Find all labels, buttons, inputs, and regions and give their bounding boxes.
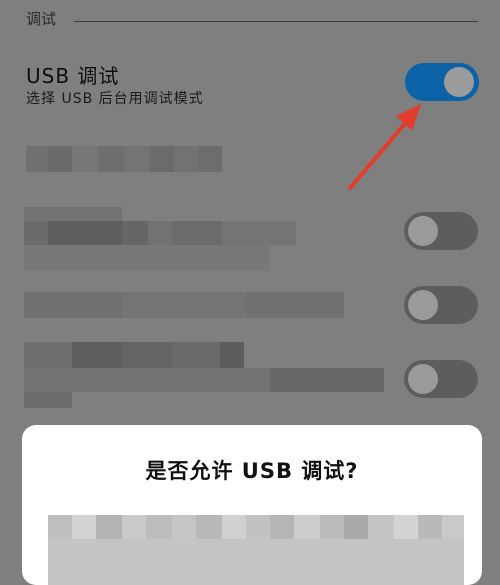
toggle-knob [408,216,438,246]
redacted-label [24,292,344,318]
redacted-label [24,342,384,408]
toggle-knob [408,364,438,394]
setting-toggle[interactable] [404,286,478,324]
redacted-dialog-content [48,515,464,585]
setting-toggle[interactable] [404,212,478,250]
redacted-label [24,207,296,271]
setting-toggle[interactable] [404,360,478,398]
redacted-item [26,146,222,172]
dialog-title: 是否允许 USB 调试? [145,459,359,483]
toggle-knob [408,290,438,320]
usb-debug-permission-dialog: 是否允许 USB 调试? [22,425,482,585]
